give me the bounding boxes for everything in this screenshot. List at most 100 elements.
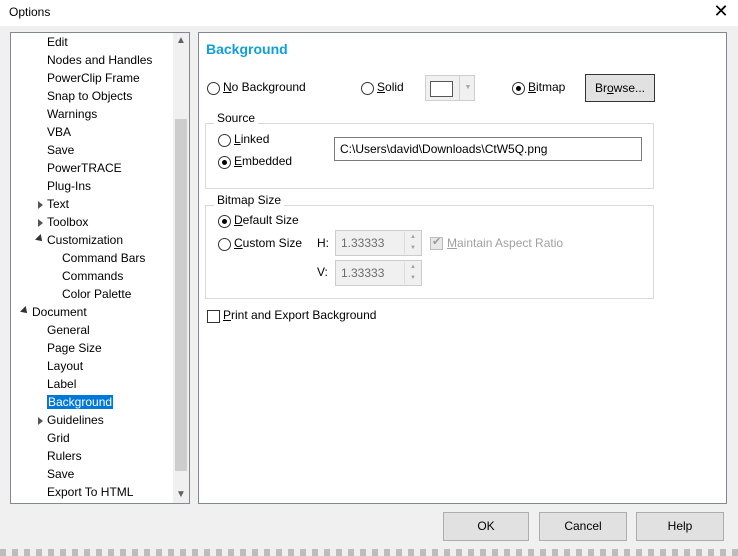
collapse-arrow-icon[interactable]: [35, 234, 45, 244]
h-value: 1.33333: [341, 236, 385, 250]
h-spinner[interactable]: 1.33333 ▲ ▼: [335, 230, 422, 256]
color-swatch: [430, 81, 453, 97]
tree-item-label: Commands: [62, 269, 124, 283]
collapse-arrow-icon[interactable]: [20, 306, 30, 316]
no-background-label[interactable]: No Background: [223, 80, 306, 95]
print-export-label[interactable]: Print and Export Background: [223, 308, 376, 323]
tree-item-vba[interactable]: VBA: [47, 124, 71, 141]
tree-scrollbar[interactable]: ▲ ▼: [173, 33, 189, 503]
tree-item-background[interactable]: Background: [47, 394, 114, 411]
scroll-thumb[interactable]: [175, 119, 187, 471]
checkmark-icon: ✔: [432, 236, 442, 248]
tree-item-layout[interactable]: Layout: [47, 358, 83, 375]
tree-item-text[interactable]: Text: [38, 196, 70, 213]
h-label: H:: [317, 236, 329, 250]
browse-button[interactable]: Browse...: [585, 74, 655, 102]
tree-item-page-size[interactable]: Page Size: [47, 340, 102, 357]
solid-radio[interactable]: [361, 82, 374, 95]
tree-item-label: Text: [47, 197, 70, 211]
source-path-field[interactable]: C:\Users\david\Downloads\CtW5Q.png: [334, 137, 642, 161]
tree-item-rulers[interactable]: Rulers: [47, 448, 82, 465]
source-group-title: Source: [214, 111, 259, 125]
window-title: Options: [9, 5, 51, 19]
tree-item-label: VBA: [47, 125, 72, 139]
linked-radio[interactable]: [218, 134, 231, 147]
embedded-label[interactable]: Embedded: [234, 154, 292, 169]
v-label: V:: [317, 265, 328, 279]
tree-item-command-bars[interactable]: Command Bars: [62, 250, 145, 267]
tree-item-label: General: [47, 323, 90, 337]
expand-arrow-icon[interactable]: [38, 201, 43, 209]
custom-size-label[interactable]: Custom Size: [234, 236, 302, 251]
ok-button[interactable]: OK: [443, 512, 529, 541]
embedded-radio[interactable]: [218, 156, 231, 169]
spin-up-icon[interactable]: ▲: [404, 262, 421, 273]
tree-item-snap-to-objects[interactable]: Snap to Objects: [47, 88, 132, 105]
cancel-button[interactable]: Cancel: [539, 512, 627, 541]
bitmap-size-group-title: Bitmap Size: [214, 193, 285, 207]
tree-item-commands[interactable]: Commands: [62, 268, 123, 285]
tree-item-save[interactable]: Save: [47, 142, 74, 159]
tree-item-label: Command Bars: [62, 251, 146, 265]
tree-item-label: Save: [47, 143, 75, 157]
tree-item-guidelines[interactable]: Guidelines: [38, 412, 104, 429]
solid-color-picker[interactable]: ▼: [425, 75, 475, 101]
tree-item-toolbox[interactable]: Toolbox: [38, 214, 89, 231]
tree-item-warnings[interactable]: Warnings: [47, 106, 97, 123]
tree-item-grid[interactable]: Grid: [47, 430, 70, 447]
window-edge: [0, 549, 738, 556]
chevron-down-icon[interactable]: ▼: [459, 76, 476, 100]
tree-item-save[interactable]: Save: [47, 466, 74, 483]
custom-size-radio[interactable]: [218, 238, 231, 251]
tree-item-color-palette[interactable]: Color Palette: [62, 286, 131, 303]
tree-item-label: Page Size: [47, 341, 102, 355]
no-background-radio[interactable]: [207, 82, 220, 95]
default-size-label[interactable]: Default Size: [234, 213, 299, 228]
options-tree[interactable]: Edit Nodes and Handles PowerClip Frame Snap…: [10, 32, 190, 504]
maintain-aspect-checkbox[interactable]: ✔: [430, 236, 443, 250]
tree-item-label: Color Palette: [62, 287, 132, 301]
tree-item-label: Document: [32, 305, 87, 319]
page-title: Background: [206, 41, 288, 57]
tree-item-label: Export To HTML: [47, 485, 134, 499]
tree-item-label: Grid: [47, 431, 70, 445]
bitmap-label[interactable]: Bitmap: [528, 80, 565, 95]
maintain-aspect-label[interactable]: Maintain Aspect Ratio: [447, 236, 563, 251]
bitmap-radio[interactable]: [512, 82, 525, 95]
expand-arrow-icon[interactable]: [38, 417, 43, 425]
tree-item-customization[interactable]: Customization: [35, 232, 124, 249]
scroll-up-icon[interactable]: ▲: [173, 33, 189, 49]
tree-item-label: Guidelines: [47, 413, 104, 427]
tree-item-label: Toolbox: [47, 215, 89, 229]
tree-item-label: Plug-Ins: [47, 179, 92, 193]
tree-item-label: Edit: [47, 35, 68, 49]
tree-item-label: Layout: [47, 359, 84, 373]
tree-item-label: Snap to Objects: [47, 89, 133, 103]
v-spinner[interactable]: 1.33333 ▲ ▼: [335, 260, 422, 286]
print-export-checkbox[interactable]: [207, 310, 220, 323]
tree-item-label: Background: [47, 395, 114, 409]
tree-item-label: Customization: [47, 233, 124, 247]
tree-item-plug-ins[interactable]: Plug-Ins: [47, 178, 91, 195]
linked-label[interactable]: Linked: [234, 132, 269, 147]
spin-down-icon[interactable]: ▼: [404, 273, 421, 284]
tree-item-document[interactable]: Document: [20, 304, 87, 321]
tree-item-label: Nodes and Handles: [47, 53, 153, 67]
expand-arrow-icon[interactable]: [38, 219, 43, 227]
background-panel: Background No Background Solid ▼ Bitmap …: [198, 32, 727, 504]
spin-down-icon[interactable]: ▼: [404, 243, 421, 254]
solid-label[interactable]: Solid: [377, 80, 404, 95]
default-size-radio[interactable]: [218, 215, 231, 228]
close-icon[interactable]: ✕: [710, 0, 732, 22]
tree-item-powerclip-frame[interactable]: PowerClip Frame: [47, 70, 140, 87]
tree-item-label: PowerTRACE: [47, 161, 122, 175]
tree-item-general[interactable]: General: [47, 322, 90, 339]
tree-item-nodes-and-handles[interactable]: Nodes and Handles: [47, 52, 152, 69]
tree-item-powertrace[interactable]: PowerTRACE: [47, 160, 122, 177]
tree-item-edit[interactable]: Edit: [47, 34, 68, 51]
help-button[interactable]: Help: [636, 512, 724, 541]
spin-up-icon[interactable]: ▲: [404, 232, 421, 243]
tree-item-export-to-html[interactable]: Export To HTML: [47, 484, 133, 501]
tree-item-label[interactable]: Label: [47, 376, 76, 393]
scroll-down-icon[interactable]: ▼: [173, 487, 189, 503]
